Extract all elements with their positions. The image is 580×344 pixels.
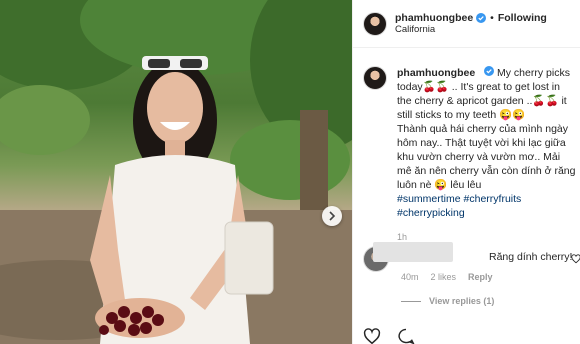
caption-avatar[interactable] [363, 66, 387, 90]
next-photo-button[interactable] [322, 206, 342, 226]
post-header: phamhuongbee • Following California [353, 0, 580, 48]
heart-icon [363, 328, 381, 344]
view-replies-label: View replies (1) [429, 296, 495, 306]
location-link[interactable]: California [395, 24, 547, 36]
separator-dot: • [490, 11, 494, 24]
hashtag-link[interactable]: #cherrypicking [397, 206, 577, 220]
comment-text: Răng dính cherry! [489, 251, 573, 263]
post-sidebar: phamhuongbee • Following California pham… [352, 0, 580, 344]
comment-timestamp: 40m [401, 272, 419, 282]
avatar[interactable] [363, 11, 387, 36]
verified-badge-icon [476, 12, 487, 23]
post-photo[interactable] [0, 0, 352, 344]
following-button[interactable]: Following [498, 12, 547, 24]
post-caption: phamhuongbee My cherry picks today🍒🍒 .. … [363, 66, 577, 244]
heart-icon[interactable] [571, 254, 580, 264]
replies-divider [401, 300, 421, 302]
like-button[interactable] [363, 328, 381, 344]
photo-scene [0, 0, 352, 344]
caption-text-vietnamese: Thành quả hái cherry của mình ngày hôm n… [397, 123, 576, 191]
caption-username[interactable]: phamhuongbee [397, 67, 475, 79]
action-bar [363, 328, 415, 344]
comment-icon [398, 328, 415, 344]
redacted-username [373, 242, 453, 262]
header-username[interactable]: phamhuongbee [395, 12, 473, 24]
comment-likes[interactable]: 2 likes [431, 272, 457, 282]
reply-button[interactable]: Reply [468, 272, 493, 282]
comment: Răng dính cherry! 40m 2 likes Reply [363, 240, 580, 282]
comment-button[interactable] [397, 328, 415, 344]
view-replies-button[interactable]: View replies (1) [401, 296, 494, 306]
hashtag-link[interactable]: #summertime #cherryfruits [397, 192, 577, 206]
chevron-right-icon [329, 211, 336, 221]
comment-meta: 40m 2 likes Reply [401, 272, 493, 282]
verified-badge-icon [484, 66, 495, 76]
